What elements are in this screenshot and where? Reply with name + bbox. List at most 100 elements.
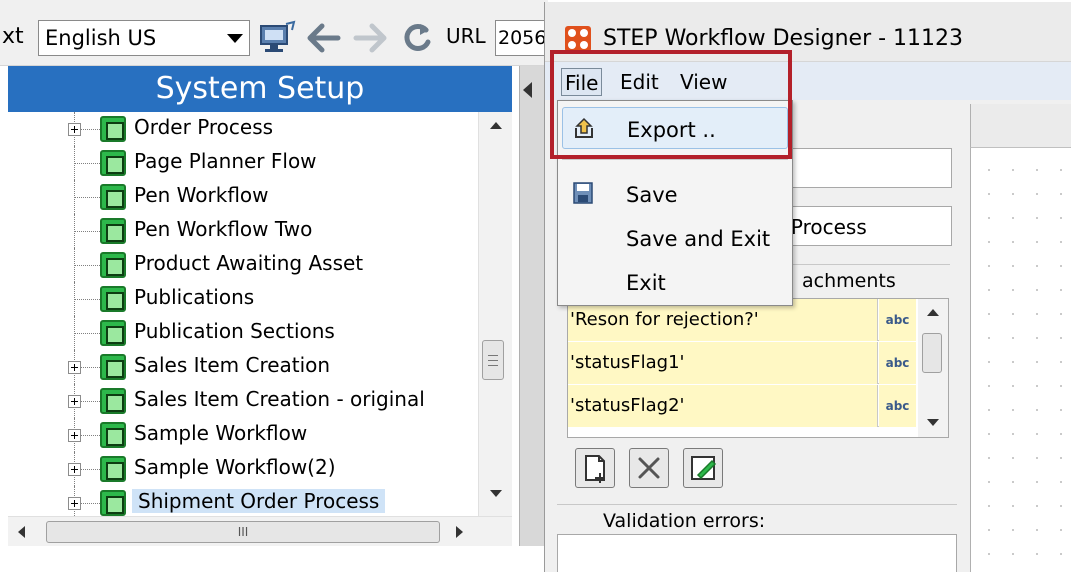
url-label: URL <box>446 24 486 48</box>
language-select[interactable]: English US <box>38 20 250 56</box>
expand-plus-icon[interactable] <box>68 497 81 510</box>
tree-item-label: Page Planner Flow <box>134 149 317 173</box>
main-toolbar: xt English US URL 2056 <box>0 0 551 66</box>
workflow-icon <box>100 218 126 244</box>
menu-item-save[interactable]: Save <box>562 173 788 215</box>
new-document-icon <box>585 455 605 483</box>
menu-item-exit-label: Exit <box>626 271 666 295</box>
attachment-name: 'statusFlag2' <box>568 385 878 427</box>
tree-item[interactable]: Product Awaiting Asset <box>8 248 478 282</box>
menu-item-exit[interactable]: Exit <box>562 261 788 303</box>
scroll-right-icon[interactable] <box>456 526 463 538</box>
url-input-value: 2056 <box>498 27 547 49</box>
tree-connector <box>74 333 100 334</box>
tree-connector <box>74 231 100 232</box>
workflow-icon <box>100 354 126 380</box>
expand-plus-icon[interactable] <box>68 463 81 476</box>
divider <box>557 504 957 505</box>
attachment-row[interactable]: 'statusFlag1' abc <box>568 342 916 384</box>
tree-item[interactable]: Sales Item Creation - original <box>8 384 478 418</box>
attachment-row[interactable]: 'statusFlag2' abc <box>568 385 916 427</box>
save-floppy-icon <box>573 182 593 204</box>
workflow-icon <box>100 252 126 278</box>
expand-plus-icon[interactable] <box>68 123 81 136</box>
chevron-down-icon[interactable] <box>227 34 243 43</box>
forward-arrow-icon[interactable] <box>350 20 390 56</box>
back-arrow-icon[interactable] <box>304 20 344 56</box>
expand-plus-icon[interactable] <box>68 429 81 442</box>
menu-file[interactable]: File <box>561 68 603 96</box>
step-app-icon <box>565 26 591 52</box>
system-setup-header: System Setup <box>8 66 512 112</box>
tree-item[interactable]: Shipment Order Process <box>8 486 478 516</box>
scrollbar-thumb[interactable] <box>922 333 942 373</box>
validation-errors-box <box>557 534 957 572</box>
language-select-value: English US <box>45 26 157 50</box>
menu-item-save-and-exit[interactable]: Save and Exit <box>562 217 788 259</box>
workflow-icon <box>100 116 126 142</box>
workflow-tree: Order Process Page Planner Flow Pen Workfl… <box>8 112 512 516</box>
tree-item[interactable]: Publications <box>8 282 478 316</box>
tree-item-label: Publications <box>134 285 255 309</box>
edit-pencil-icon <box>691 456 717 480</box>
workflow-canvas[interactable] <box>970 148 1071 572</box>
workflow-icon <box>100 422 126 448</box>
tree-connector <box>74 163 100 164</box>
url-input[interactable]: 2056 <box>495 20 551 56</box>
tree-connector <box>74 299 100 300</box>
tree-item[interactable]: Order Process <box>8 112 478 146</box>
scroll-down-icon[interactable] <box>927 419 939 426</box>
tree-item[interactable]: Sample Workflow <box>8 418 478 452</box>
delete-attachment-button[interactable] <box>629 448 669 488</box>
monitor-icon[interactable] <box>258 20 298 56</box>
tree-item-label: Sales Item Creation - original <box>134 387 425 411</box>
add-attachment-button[interactable] <box>575 448 615 488</box>
refresh-icon[interactable] <box>398 20 438 56</box>
scroll-down-icon[interactable] <box>490 490 502 497</box>
tree-connector <box>74 265 100 266</box>
attachments-table: 'statusFlag2' abc'statusFlag1' abc 'Reson f… <box>567 298 949 438</box>
validation-errors-label: Validation errors: <box>603 510 766 532</box>
menu-item-export[interactable]: Export .. <box>562 107 788 149</box>
menu-item-export-label: Export .. <box>627 118 716 142</box>
tree-item[interactable]: Publication Sections <box>8 316 478 350</box>
scrollbar-thumb[interactable] <box>482 340 504 380</box>
menu-item-save-label: Save <box>626 183 678 207</box>
file-menu-dropdown: Export .. Save Save and Exit Exit <box>557 100 793 306</box>
attachments-scrollbar[interactable] <box>918 299 948 437</box>
tree-item[interactable]: Pen Workflow <box>8 180 478 214</box>
scroll-left-icon[interactable] <box>18 526 25 538</box>
tree-item[interactable]: Page Planner Flow <box>8 146 478 180</box>
expand-plus-icon[interactable] <box>68 395 81 408</box>
workflow-icon <box>100 184 126 210</box>
tree-item[interactable]: Sample Workflow(2) <box>8 452 478 486</box>
attachment-name: 'statusFlag1' <box>568 342 878 384</box>
tree-item-label: Publication Sections <box>134 319 335 343</box>
attachment-type-icon: abc <box>879 299 916 341</box>
workflow-icon <box>100 456 126 482</box>
workflow-icon <box>100 490 126 516</box>
scroll-up-icon[interactable] <box>490 122 502 129</box>
tree-item[interactable]: Pen Workflow Two <box>8 214 478 248</box>
tree-connector <box>74 197 100 198</box>
menu-item-save-and-exit-label: Save and Exit <box>626 227 771 251</box>
tree-vertical-scrollbar[interactable] <box>478 112 512 516</box>
workflow-icon <box>100 150 126 176</box>
expand-plus-icon[interactable] <box>68 361 81 374</box>
scroll-up-icon[interactable] <box>927 309 939 316</box>
tree-item[interactable]: Sales Item Creation <box>8 350 478 384</box>
attachments-label: achments <box>802 270 896 292</box>
tree-item-label: Product Awaiting Asset <box>134 251 364 275</box>
window-title: STEP Workflow Designer - 11123 <box>603 26 964 51</box>
menu-edit[interactable]: Edit <box>617 68 662 96</box>
scrollbar-thumb-horizontal[interactable]: III <box>46 521 440 543</box>
workflow-icon <box>100 286 126 312</box>
collapse-arrow-icon[interactable] <box>523 82 532 98</box>
canvas-header <box>970 104 1071 148</box>
workflow-icon <box>100 388 126 414</box>
workflow-icon <box>100 320 126 346</box>
edit-attachment-button[interactable] <box>683 448 723 488</box>
menu-view[interactable]: View <box>677 68 730 96</box>
tree-horizontal-scrollbar[interactable]: III <box>8 516 512 546</box>
tree-item-label: Order Process <box>134 115 274 139</box>
